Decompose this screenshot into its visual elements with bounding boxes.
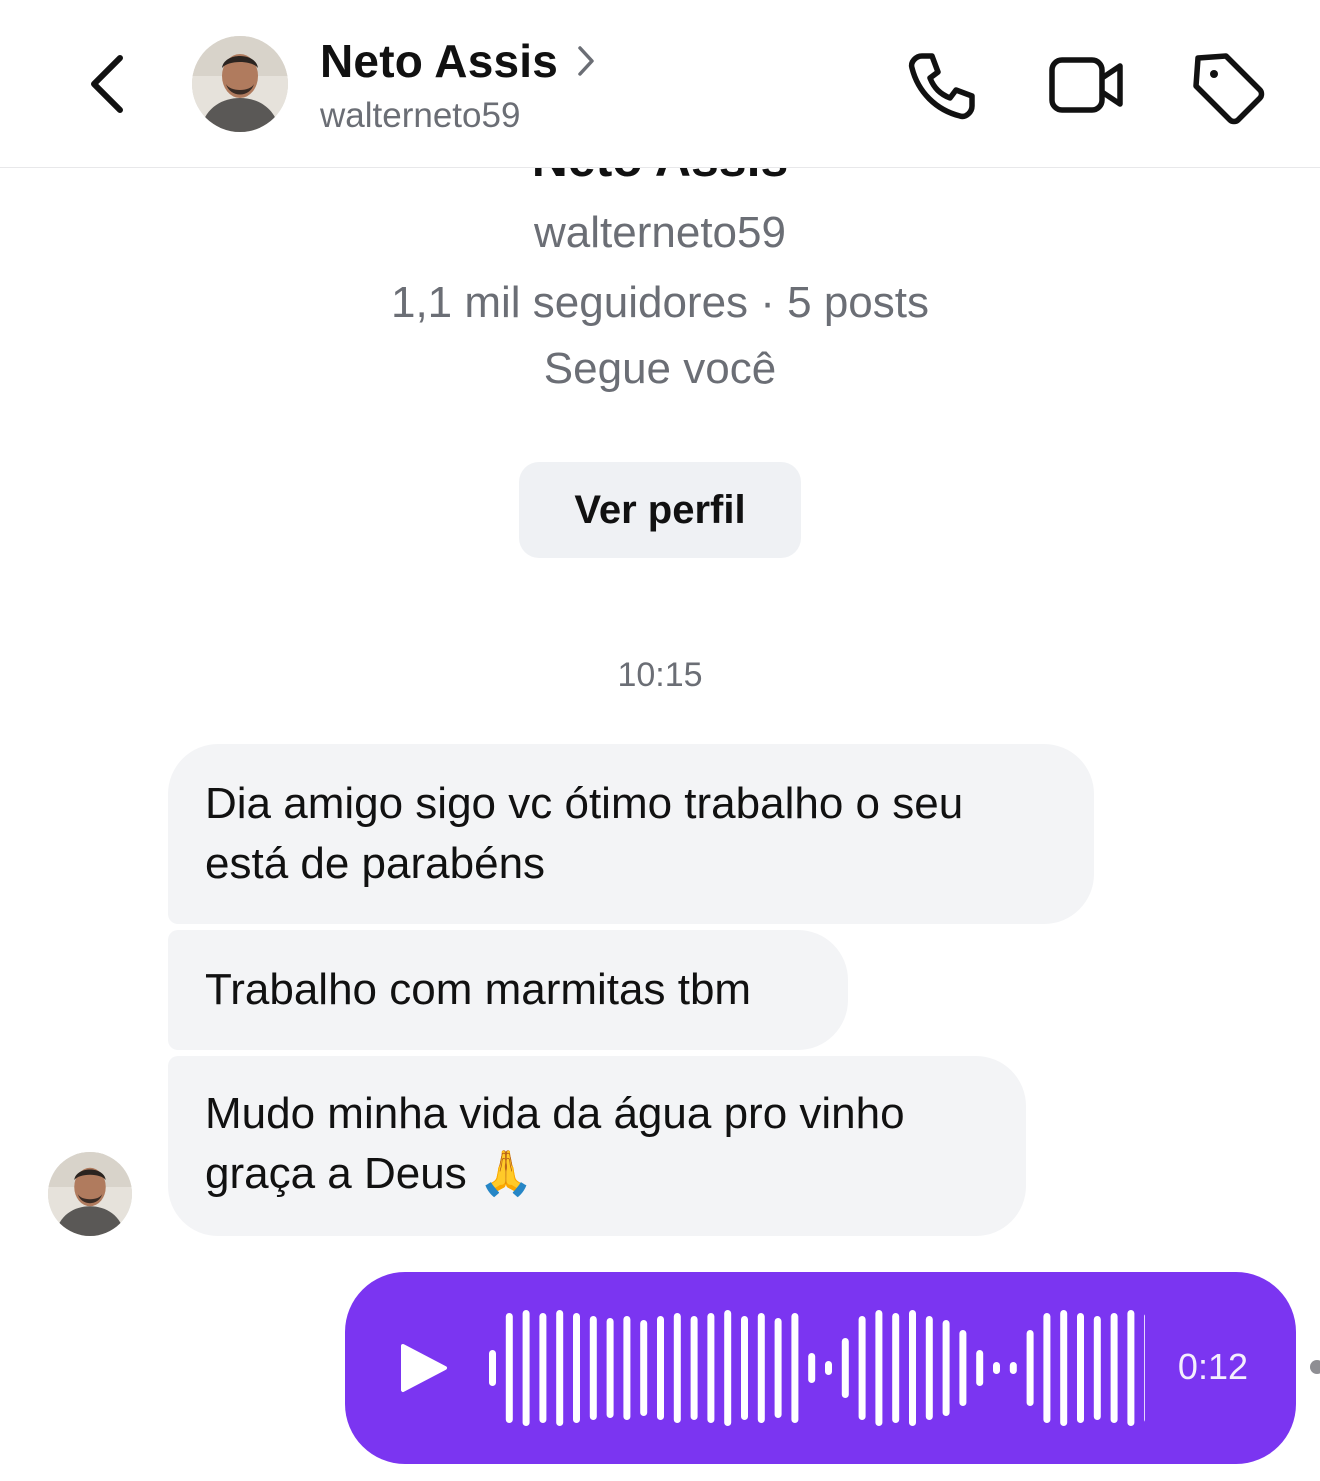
profile-name: Neto Assis — [0, 168, 1320, 182]
back-button[interactable] — [80, 48, 136, 120]
waveform-bar — [657, 1316, 664, 1420]
message-bubble[interactable]: Trabalho com marmitas tbm — [168, 930, 848, 1050]
waveform-bar — [556, 1310, 564, 1426]
waveform-bar — [757, 1313, 765, 1423]
waveform-bar — [1026, 1330, 1034, 1406]
waveform-bar — [993, 1362, 1000, 1374]
phone-icon — [908, 53, 975, 120]
waveform-bar — [640, 1320, 648, 1416]
waveform-bar — [623, 1316, 631, 1420]
audio-duration: 0:12 — [1177, 1346, 1248, 1387]
waveform-bar — [1077, 1313, 1084, 1423]
contact-username: walterneto59 — [320, 96, 521, 135]
waveform-bar — [1144, 1314, 1145, 1422]
waveform-bar — [774, 1318, 782, 1418]
view-profile-button[interactable]: Ver perfil — [519, 462, 801, 558]
waveform-bar — [841, 1338, 849, 1398]
waveform-bar — [573, 1313, 580, 1423]
audio-waveform[interactable] — [485, 1292, 1145, 1444]
status-dot — [1310, 1360, 1320, 1374]
play-icon — [401, 1344, 447, 1392]
waveform-bar — [909, 1310, 916, 1426]
video-call-button[interactable] — [1044, 44, 1128, 128]
waveform-bar — [606, 1318, 614, 1418]
waveform-bar — [1043, 1313, 1051, 1423]
tag-icon — [1193, 53, 1265, 125]
waveform-bar — [1009, 1362, 1017, 1374]
audio-message[interactable]: 0:12 — [345, 1272, 1296, 1464]
waveform-bar — [1127, 1310, 1135, 1426]
contact-avatar[interactable] — [192, 36, 288, 132]
waveform-bar — [1060, 1310, 1068, 1426]
sender-avatar[interactable] — [48, 1152, 132, 1236]
message-bubble[interactable]: Dia amigo sigo vc ótimo trabalho o seu e… — [168, 744, 1094, 924]
contact-name: Neto Assis — [320, 35, 559, 87]
waveform-bar — [825, 1361, 832, 1375]
message-timestamp: 10:15 — [617, 656, 703, 694]
waveform-bar — [724, 1310, 732, 1426]
play-button[interactable] — [395, 1338, 455, 1398]
chat-header: Neto Assis walterneto59 — [0, 0, 1320, 168]
avatar-image — [48, 1152, 132, 1236]
waveform-bar — [489, 1350, 496, 1386]
waveform-bar — [925, 1316, 933, 1420]
video-camera-icon — [1049, 57, 1123, 113]
waveform-bar — [976, 1350, 984, 1386]
waveform-bar — [1093, 1316, 1101, 1420]
waveform-bar — [690, 1316, 698, 1420]
message-bubble[interactable]: Mudo minha vida da água pro vinho graça … — [168, 1056, 1026, 1236]
waveform-bar — [741, 1316, 748, 1420]
waveform-bar — [858, 1316, 866, 1420]
follows-you-label: Segue você — [543, 344, 777, 393]
waveform-bar — [673, 1313, 681, 1423]
waveform-bar — [808, 1353, 816, 1383]
label-button[interactable] — [1186, 44, 1270, 128]
waveform-bar — [892, 1313, 900, 1423]
waveform-bar — [959, 1330, 967, 1406]
audio-call-button[interactable] — [900, 44, 984, 128]
waveform-bar — [505, 1313, 513, 1423]
waveform-bar — [539, 1313, 547, 1423]
avatar-image — [192, 36, 288, 132]
waveform-bar — [942, 1320, 950, 1416]
contact-name-row[interactable]: Neto Assis — [320, 34, 596, 88]
back-chevron-icon — [91, 55, 123, 113]
waveform-bar — [791, 1313, 799, 1423]
waveform-bar — [707, 1313, 715, 1423]
chevron-right-icon — [578, 46, 594, 76]
waveform-bar — [589, 1316, 597, 1420]
profile-stats: 1,1 mil seguidores · 5 posts — [390, 278, 930, 327]
waveform-bar — [875, 1310, 883, 1426]
waveform-bar — [1110, 1313, 1118, 1423]
waveform-bar — [522, 1310, 530, 1426]
profile-username: walterneto59 — [534, 208, 786, 257]
